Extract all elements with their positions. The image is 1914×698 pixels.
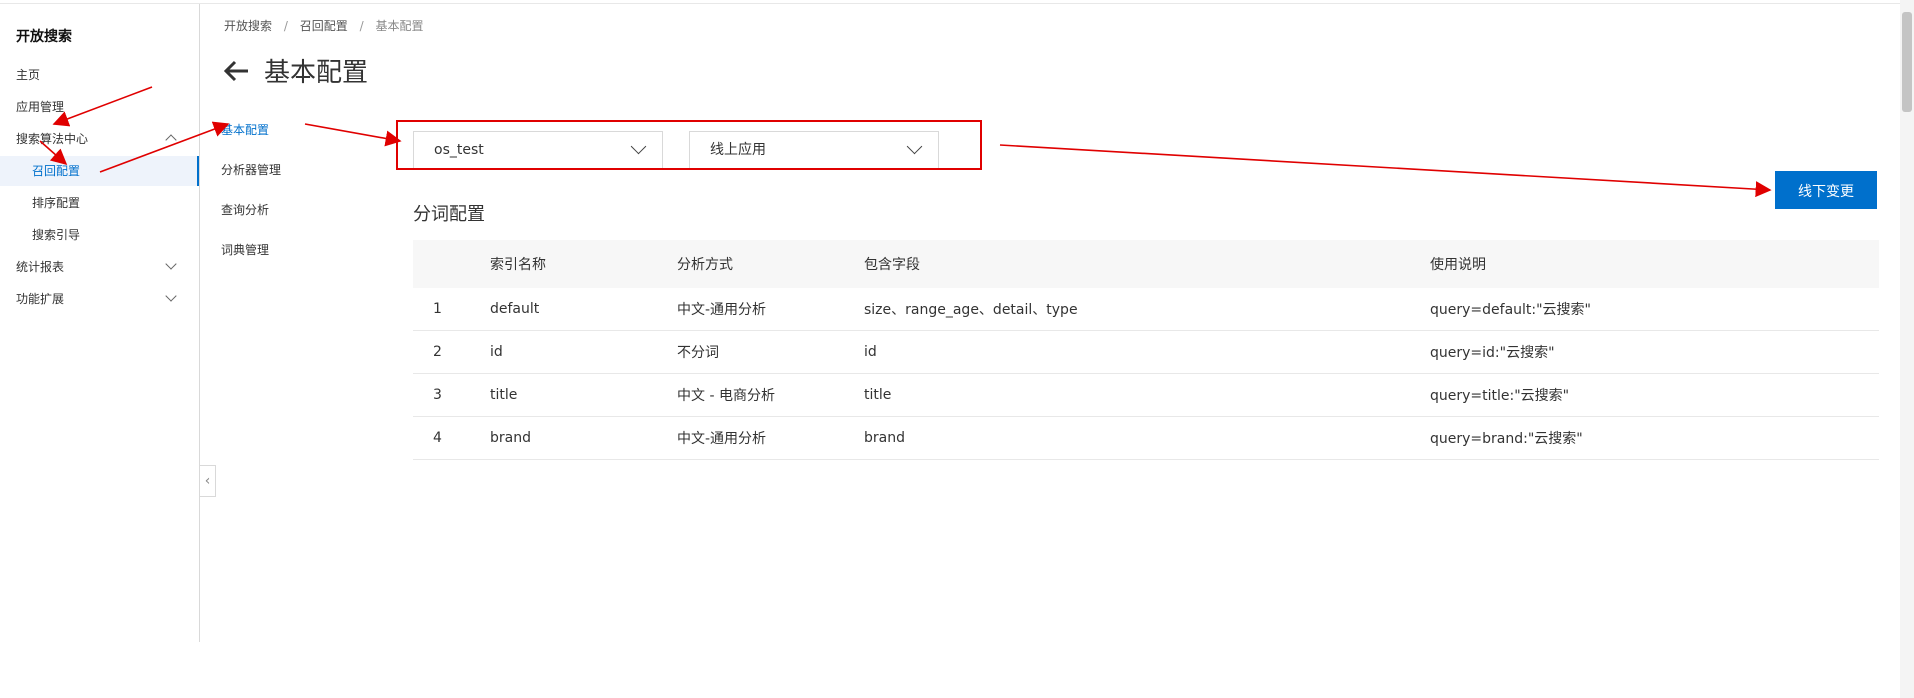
table-row: 4 brand 中文-通用分析 brand query=brand:"云搜索" xyxy=(413,417,1879,460)
table-cell: query=default:"云搜索" xyxy=(1430,302,1591,318)
sidebar-item-extensions[interactable]: 功能扩展 xyxy=(0,284,199,314)
subnav-dictionary-management[interactable]: 词典管理 xyxy=(221,241,269,258)
sidebar-item-label: 搜索引导 xyxy=(32,228,81,242)
section-title: 分词配置 xyxy=(413,204,485,225)
table-header: 索引名称 分析方式 包含字段 使用说明 xyxy=(413,240,1879,288)
annotation-highlight-box xyxy=(396,120,982,170)
sidebar-item-label: 统计报表 xyxy=(16,260,65,274)
table-row: 2 id 不分词 id query=id:"云搜索" xyxy=(413,331,1879,374)
chevron-down-icon xyxy=(165,290,177,302)
table-cell: id xyxy=(864,344,877,360)
table-cell: brand xyxy=(864,430,905,446)
sidebar-item-sort-config[interactable]: 排序配置 xyxy=(0,188,199,218)
table-cell: 2 xyxy=(433,344,442,360)
subnav-query-analysis[interactable]: 查询分析 xyxy=(221,201,269,218)
table-row: 1 default 中文-通用分析 size、range_age、detail、… xyxy=(413,288,1879,331)
table-cell: query=id:"云搜索" xyxy=(1430,345,1555,361)
table-cell: title xyxy=(490,387,518,403)
table-cell: 中文-通用分析 xyxy=(677,302,767,318)
subnav-basic-config[interactable]: 基本配置 xyxy=(221,121,269,138)
page-title: 基本配置 xyxy=(264,58,369,88)
sidebar-collapse-button[interactable]: ‹ xyxy=(200,465,216,497)
table-cell: query=brand:"云搜索" xyxy=(1430,431,1583,447)
sidebar-item-recall-config[interactable]: 召回配置 xyxy=(0,156,199,186)
sidebar-item-label: 召回配置 xyxy=(32,164,81,178)
table-cell: 1 xyxy=(433,301,442,317)
table-cell: id xyxy=(490,344,503,360)
sidebar-item-label: 搜索算法中心 xyxy=(16,132,89,146)
breadcrumb: 开放搜索 / 召回配置 / 基本配置 xyxy=(224,17,423,34)
table-cell: brand xyxy=(490,430,531,446)
tokenization-table: 索引名称 分析方式 包含字段 使用说明 1 default 中文-通用分析 si… xyxy=(413,240,1879,460)
sidebar-item-search-algorithm[interactable]: 搜索算法中心 xyxy=(0,124,199,154)
offline-change-button[interactable]: 线下变更 xyxy=(1775,171,1877,209)
table-cell: 4 xyxy=(433,430,442,446)
table-cell: 中文-通用分析 xyxy=(677,431,767,447)
table-cell: size、range_age、detail、type xyxy=(864,302,1078,318)
top-border xyxy=(0,0,1914,4)
breadcrumb-separator: / xyxy=(359,19,364,33)
table-cell: default xyxy=(490,301,540,317)
sidebar-item-label: 排序配置 xyxy=(32,196,81,210)
back-arrow-icon[interactable] xyxy=(222,56,252,86)
table-cell: query=title:"云搜索" xyxy=(1430,388,1570,404)
sidebar-item-label: 应用管理 xyxy=(16,100,65,114)
breadcrumb-current: 基本配置 xyxy=(375,19,424,33)
subnav-analyzer-management[interactable]: 分析器管理 xyxy=(221,161,281,178)
sidebar-item-label: 功能扩展 xyxy=(16,292,65,306)
app-title: 开放搜索 xyxy=(16,29,72,45)
sidebar-item-app-management[interactable]: 应用管理 xyxy=(0,92,199,122)
chevron-down-icon xyxy=(165,258,177,270)
table-cell: title xyxy=(864,387,892,403)
table-cell: 不分词 xyxy=(677,345,719,361)
chevron-up-icon xyxy=(165,134,177,146)
column-header: 分析方式 xyxy=(677,257,733,273)
sidebar-item-search-guide[interactable]: 搜索引导 xyxy=(0,220,199,250)
column-header: 索引名称 xyxy=(490,257,546,273)
scrollbar-thumb[interactable] xyxy=(1902,12,1912,112)
sidebar-item-label: 主页 xyxy=(16,68,41,82)
sidebar-item-statistics[interactable]: 统计报表 xyxy=(0,252,199,282)
table-cell: 3 xyxy=(433,387,442,403)
chevron-left-icon: ‹ xyxy=(204,473,211,489)
sidebar: 开放搜索 主页 应用管理 搜索算法中心 召回配置 排序配置 搜索引导 统计报表 … xyxy=(0,4,200,642)
sidebar-item-home[interactable]: 主页 xyxy=(0,60,199,90)
table-row: 3 title 中文 - 电商分析 title query=title:"云搜索… xyxy=(413,374,1879,417)
scrollbar[interactable] xyxy=(1900,0,1914,698)
breadcrumb-item[interactable]: 开放搜索 xyxy=(224,19,272,33)
table-cell: 中文 - 电商分析 xyxy=(677,388,775,404)
column-header: 包含字段 xyxy=(864,257,920,273)
breadcrumb-item[interactable]: 召回配置 xyxy=(300,19,348,33)
column-header: 使用说明 xyxy=(1430,257,1486,273)
breadcrumb-separator: / xyxy=(283,19,288,33)
